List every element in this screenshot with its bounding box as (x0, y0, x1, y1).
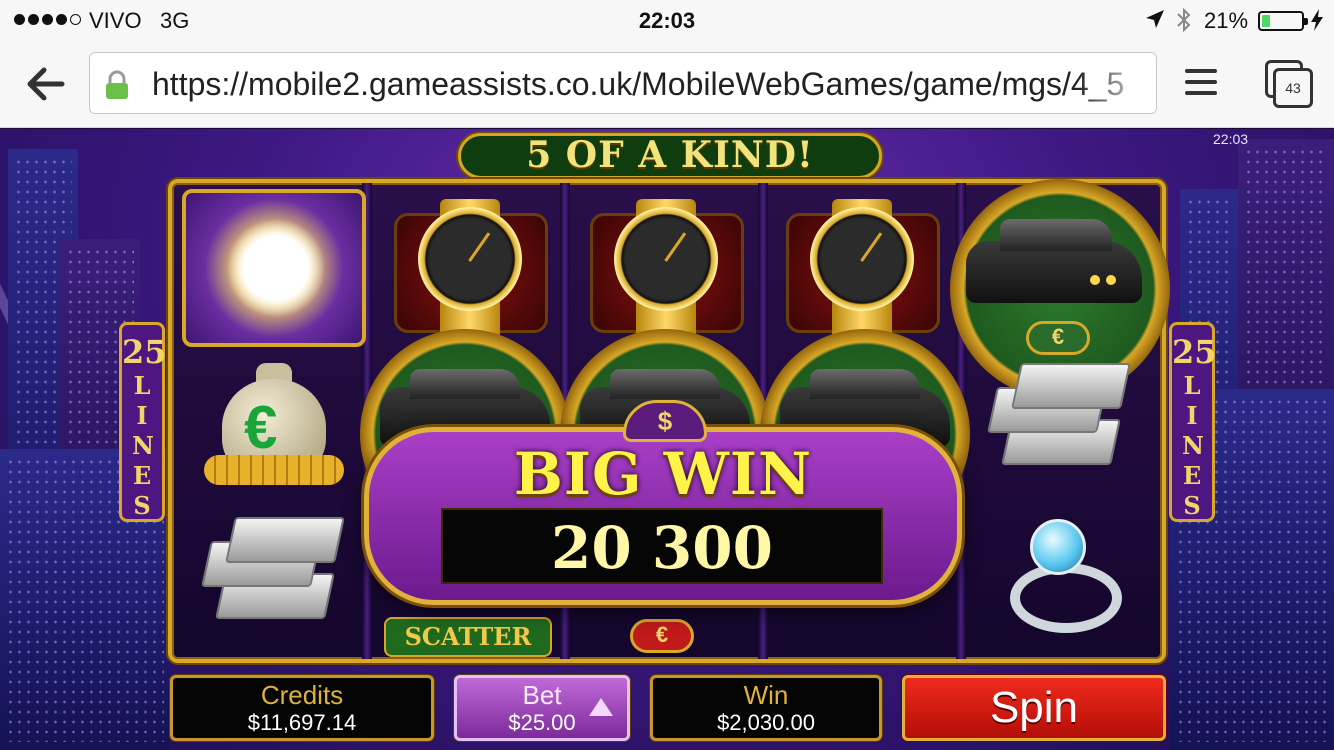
big-win-amount: 20 300 (551, 514, 773, 582)
big-win-amount-box: 20 300 (441, 508, 883, 584)
bet-button[interactable]: Bet $25.00 (454, 675, 630, 741)
paylines-indicator-left: 25 LINES (119, 322, 167, 522)
spin-label: Spin (989, 683, 1079, 732)
hamburger-menu-icon[interactable] (1185, 69, 1217, 99)
win-value: $2,030.00 (717, 710, 815, 735)
high-society-symbol (182, 189, 366, 347)
money-bag-symbol: € (204, 359, 344, 499)
paylines-label: LINES (1182, 371, 1204, 520)
win-label: Win (743, 680, 789, 710)
game-clock: 22:03 (1213, 131, 1249, 147)
banner-text: 5 OF A KIND! (526, 134, 814, 176)
bet-up-arrow-icon[interactable] (589, 698, 613, 716)
paylines-label: LINES (132, 371, 154, 520)
five-of-a-kind-banner: 5 OF A KIND! (458, 133, 882, 179)
tab-count: 43 (1273, 68, 1313, 108)
scatter-label: SCATTER (404, 622, 532, 651)
paylines-indicator-right: 25 LINES (1169, 322, 1217, 522)
win-panel: Win $2,030.00 (650, 675, 882, 741)
bluetooth-icon (1175, 7, 1193, 39)
status-time: 22:03 (638, 8, 696, 33)
big-win-popup[interactable]: $ BIG WIN 20 300 (364, 400, 962, 605)
lock-icon (104, 70, 130, 105)
url-text[interactable]: https://mobile2.gameassists.co.uk/Mobile… (152, 66, 1147, 103)
tabs-icon[interactable]: 43 (1265, 60, 1313, 108)
diamond-ring-symbol (1002, 519, 1132, 639)
silver-bars-symbol (986, 363, 1136, 483)
spin-button[interactable]: Spin (902, 675, 1166, 741)
status-bar: VIVO 3G 22:03 21% (0, 0, 1334, 40)
euro-sign: € (244, 394, 278, 461)
battery-percent: 21% (1204, 8, 1249, 33)
credits-label: Credits (260, 680, 344, 710)
credits-panel: Credits $11,697.14 (170, 675, 434, 741)
browser-toolbar: https://mobile2.gameassists.co.uk/Mobile… (0, 40, 1334, 128)
paylines-count: 25 (1172, 333, 1217, 371)
paylines-count: 25 (122, 333, 167, 371)
silver-bars-symbol (200, 517, 350, 637)
charging-bolt-icon (1310, 8, 1324, 38)
big-win-title: BIG WIN (513, 440, 813, 508)
slot-game-canvas[interactable]: 22:03 5 OF A KIND! 25 LINES 25 LINES € €… (0, 129, 1334, 750)
address-bar[interactable]: https://mobile2.gameassists.co.uk/Mobile… (89, 52, 1157, 114)
location-arrow-icon (1144, 8, 1166, 36)
euro-badge: € (1026, 321, 1090, 355)
scatter-symbol: SCATTER (384, 617, 552, 657)
battery-icon (1258, 11, 1308, 31)
back-arrow-icon[interactable] (22, 62, 66, 106)
credits-value: $11,697.14 (247, 710, 357, 735)
euro-badge: € (630, 619, 694, 653)
